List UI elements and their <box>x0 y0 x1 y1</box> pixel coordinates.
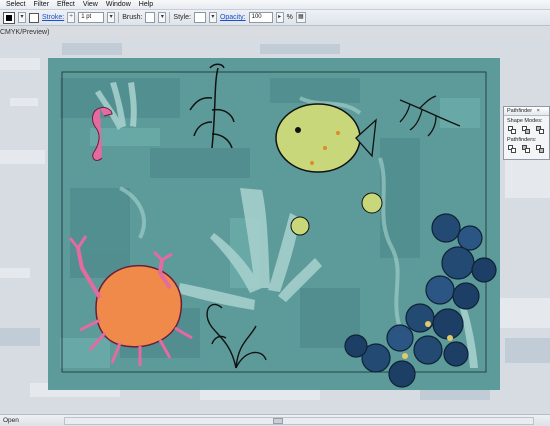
stroke-weight-dropdown-icon[interactable]: ▾ <box>107 12 116 23</box>
style-label: Style: <box>173 14 191 21</box>
separator <box>118 12 120 23</box>
canvas-area[interactable]: Pathfinder × Shape Modes: Pathfinders: <box>0 38 550 414</box>
separator <box>169 12 171 23</box>
brush-dropdown-icon[interactable]: ▾ <box>158 12 167 23</box>
document-title: CMYK/Preview) <box>0 29 50 36</box>
intersect-icon[interactable] <box>536 126 545 135</box>
pathfinder-panel[interactable]: Pathfinder × Shape Modes: Pathfinders: <box>503 106 550 160</box>
menu-bar: Select Filter Effect View Window Help <box>0 0 550 10</box>
brush-field[interactable] <box>145 12 156 23</box>
artwork[interactable] <box>0 38 550 414</box>
stroke-stepper-icon[interactable]: ÷ <box>67 12 76 23</box>
menu-effect[interactable]: Effect <box>53 0 79 10</box>
fill-color-icon <box>6 14 12 21</box>
shape-modes-row <box>504 124 549 135</box>
more-options-icon[interactable]: ▦ <box>295 12 306 23</box>
menu-filter[interactable]: Filter <box>29 0 53 10</box>
horizontal-scrollbar[interactable] <box>64 416 534 425</box>
bubble <box>361 192 383 214</box>
opacity-dropdown-icon[interactable]: ▸ <box>275 12 284 23</box>
pathfinders-row <box>504 143 549 154</box>
status-bar: Open <box>0 414 550 426</box>
scroll-thumb[interactable] <box>273 417 283 424</box>
unite-icon[interactable] <box>508 126 517 135</box>
opacity-link[interactable]: Opacity: <box>220 14 246 21</box>
fill-swatch[interactable] <box>3 11 15 24</box>
opacity-unit: % <box>286 14 293 21</box>
bubble <box>290 216 310 236</box>
status-text: Open <box>3 417 19 424</box>
style-dropdown-icon[interactable]: ▾ <box>208 12 217 23</box>
control-bar: ▾ Stroke: ÷ 1 pt ▾ Brush: ▾ Style: ▾ Opa… <box>0 10 550 26</box>
fill-dropdown-icon[interactable]: ▾ <box>18 12 26 23</box>
brush-label: Brush: <box>122 14 143 21</box>
stroke-link[interactable]: Stroke: <box>42 14 64 21</box>
opacity-field[interactable]: 100 <box>248 12 273 23</box>
close-icon[interactable]: × <box>537 108 540 114</box>
merge-icon[interactable] <box>536 145 545 154</box>
stroke-swatch[interactable] <box>29 12 39 23</box>
style-field[interactable] <box>193 12 206 23</box>
stroke-weight-field[interactable]: 1 pt <box>78 12 105 23</box>
menu-window[interactable]: Window <box>102 0 135 10</box>
menu-view[interactable]: View <box>79 0 102 10</box>
pathfinder-tab-label: Pathfinder <box>507 108 533 114</box>
minus-front-icon[interactable] <box>522 126 531 135</box>
divide-icon[interactable] <box>508 145 517 154</box>
trim-icon[interactable] <box>522 145 531 154</box>
shape-modes-label: Shape Modes: <box>507 118 543 124</box>
illustrator-window: Select Filter Effect View Window Help ▾ … <box>0 0 550 426</box>
menu-select[interactable]: Select <box>2 0 29 10</box>
pathfinder-tab[interactable]: Pathfinder × <box>504 107 549 116</box>
menu-help[interactable]: Help <box>135 0 157 10</box>
